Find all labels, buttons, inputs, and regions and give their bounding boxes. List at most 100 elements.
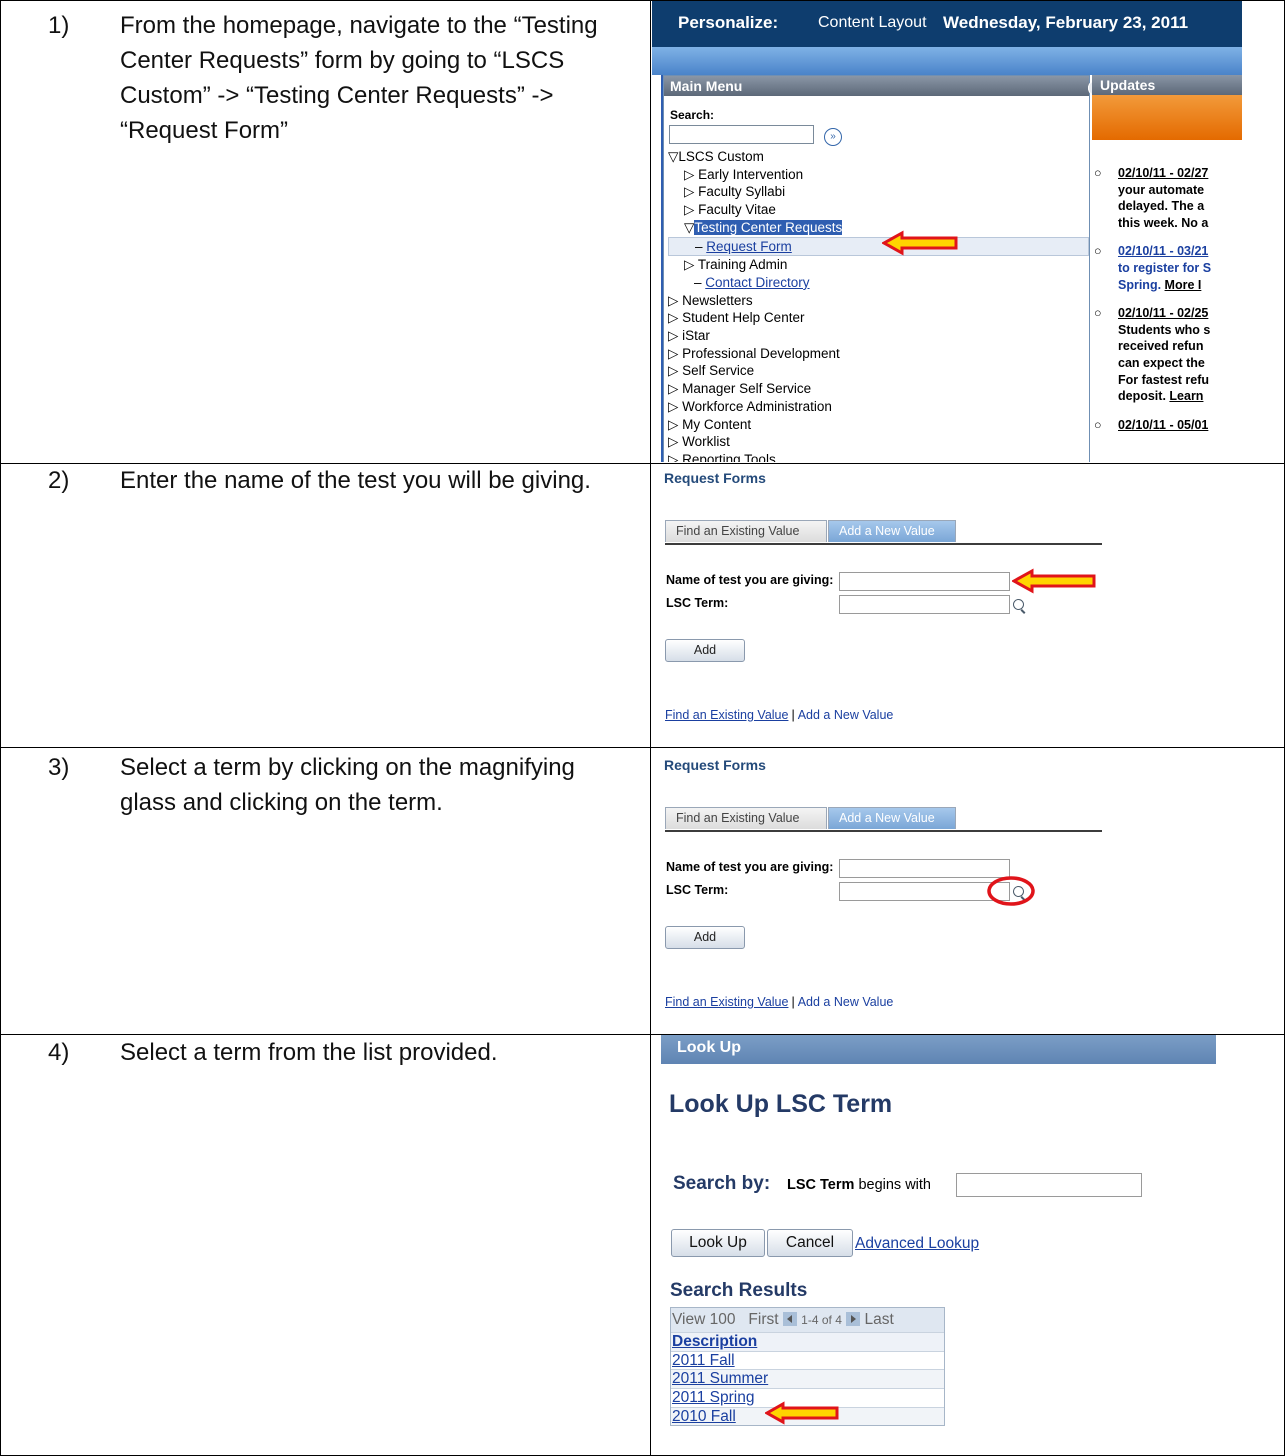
lsc-term-input[interactable] — [839, 882, 1010, 901]
update-line: For fastest refu — [1118, 372, 1209, 387]
menu-item-faculty-syllabi[interactable]: ▷ Faculty Syllabi — [668, 183, 1089, 201]
page-title: Request Forms — [664, 470, 766, 486]
tab-find-existing-value[interactable]: Find an Existing Value — [665, 520, 827, 542]
bottom-links: Find an Existing Value | Add a New Value — [665, 995, 894, 1009]
update-line: to register for S — [1118, 260, 1212, 275]
updates-title: Updates — [1100, 77, 1156, 93]
first-link[interactable]: First — [748, 1311, 778, 1328]
lookup-screenshot: Look Up Look Up LSC Term Search by: LSC … — [661, 1035, 1221, 1453]
lookup-header-title: Look Up — [677, 1039, 741, 1056]
menu-item-self-service[interactable]: ▷ Self Service — [668, 362, 1089, 380]
step-1: 1) From the homepage, navigate to the “T… — [48, 8, 626, 148]
step-3: 3) Select a term by clicking on the magn… — [48, 750, 626, 820]
name-of-test-label: Name of test you are giving: — [666, 860, 834, 874]
menu-search-input[interactable] — [669, 125, 814, 144]
tab-add-new-value[interactable]: Add a New Value — [828, 520, 956, 542]
update-item: 02/10/11 - 03/21 to register for S Sprin… — [1094, 243, 1211, 293]
advanced-lookup-link[interactable]: Advanced Lookup — [855, 1235, 979, 1253]
update-date-link[interactable]: 02/10/11 - 02/25 — [1118, 305, 1211, 322]
double-chevron-right-icon[interactable]: » — [824, 128, 842, 146]
menu-item-newsletters[interactable]: ▷ Newsletters — [668, 292, 1089, 310]
updates-header: Updates — [1092, 75, 1242, 95]
page-title: Request Forms — [664, 757, 766, 773]
table-border-left — [0, 0, 1, 1456]
step-text: Select a term from the list provided. — [120, 1039, 498, 1066]
menu-item-label: Contact Directory — [705, 274, 810, 290]
content-layout-link[interactable]: Content Layout — [818, 14, 927, 32]
request-forms-screenshot-2: Request Forms Find an Existing Value Add… — [662, 753, 1102, 1015]
menu-item-istar[interactable]: ▷ iStar — [668, 327, 1089, 345]
menu-item-training-admin[interactable]: ▷ Training Admin — [668, 256, 1089, 274]
menu-item-worklist[interactable]: ▷ Worklist — [668, 433, 1089, 451]
step-number: 1) — [48, 12, 70, 39]
step-number: 3) — [48, 754, 70, 781]
update-line: can expect the — [1118, 355, 1205, 370]
result-row[interactable]: 2011 Fall — [671, 1350, 944, 1370]
table-column-divider — [650, 0, 651, 1456]
add-button[interactable]: Add — [665, 926, 745, 949]
instruction-table: 1) From the homepage, navigate to the “T… — [0, 0, 1285, 1456]
add-new-value-link[interactable]: Add a New Value — [798, 708, 894, 722]
tab-underline — [665, 830, 1102, 832]
menu-item-my-content[interactable]: ▷ My Content — [668, 416, 1089, 434]
portal-screenshot: Personalize: Content Layout Wednesday, F… — [652, 1, 1242, 462]
personalize-label[interactable]: Personalize: — [678, 13, 778, 33]
left-arrow-icon — [882, 230, 958, 256]
add-button[interactable]: Add — [665, 639, 745, 662]
name-of-test-input[interactable] — [839, 572, 1010, 591]
menu-item-reporting-tools[interactable]: ▷ Reporting Tools — [668, 451, 1089, 462]
next-icon[interactable] — [846, 1311, 861, 1326]
portal-header: Personalize: Content Layout Wednesday, F… — [652, 1, 1242, 47]
update-item: 02/10/11 - 02/25 Students who s received… — [1094, 305, 1211, 405]
tab-add-new-value[interactable]: Add a New Value — [828, 807, 956, 829]
find-existing-value-link[interactable]: Find an Existing Value — [665, 708, 788, 722]
result-row[interactable]: 2011 Summer — [671, 1369, 944, 1389]
updates-list: 02/10/11 - 02/27 your automate delayed. … — [1094, 165, 1211, 445]
previous-icon[interactable] — [782, 1311, 797, 1326]
menu-item-testing-center-requests[interactable]: ▽Testing Center Requests — [668, 219, 1089, 237]
look-up-button[interactable]: Look Up — [671, 1229, 765, 1257]
lookup-search-input[interactable] — [956, 1173, 1142, 1197]
request-forms-screenshot-1: Request Forms Find an Existing Value Add… — [662, 466, 1102, 728]
update-line: received refun — [1118, 339, 1204, 354]
menu-item-contact-directory[interactable]: – Contact Directory — [668, 274, 1089, 292]
cancel-button[interactable]: Cancel — [767, 1229, 853, 1257]
menu-tree: ▽LSCS Custom ▷ Early Intervention ▷ Facu… — [668, 148, 1089, 462]
add-new-value-link[interactable]: Add a New Value — [798, 995, 894, 1009]
menu-item-request-form[interactable]: – Request Form — [668, 236, 1089, 257]
tab-find-existing-value[interactable]: Find an Existing Value — [665, 807, 827, 829]
search-criteria: LSC Term begins with — [787, 1177, 931, 1193]
update-date-link[interactable]: 02/10/11 - 05/01 — [1118, 417, 1211, 434]
menu-item-label: Request Form — [706, 238, 792, 254]
update-date-link[interactable]: 02/10/11 - 03/21 — [1118, 243, 1211, 260]
table-row-divider — [0, 747, 1285, 748]
menu-item-early-intervention[interactable]: ▷ Early Intervention — [668, 166, 1089, 184]
search-operator: begins with — [858, 1177, 931, 1193]
step-text: Select a term by clicking on the magnify… — [120, 754, 575, 816]
step-4: 4) Select a term from the list provided. — [48, 1035, 626, 1070]
menu-item-manager-self-service[interactable]: ▷ Manager Self Service — [668, 380, 1089, 398]
name-of-test-input[interactable] — [839, 859, 1010, 878]
left-arrow-icon — [1012, 568, 1096, 594]
lsc-term-label: LSC Term: — [666, 883, 729, 897]
view-100-link[interactable]: View 100 — [672, 1311, 735, 1328]
find-existing-value-link[interactable]: Find an Existing Value — [665, 995, 788, 1009]
red-circle-highlight — [987, 876, 1035, 906]
more-info-link[interactable]: More I — [1165, 278, 1202, 292]
menu-item-student-help-center[interactable]: ▷ Student Help Center — [668, 309, 1089, 327]
lsc-term-input[interactable] — [839, 595, 1010, 614]
learn-more-link[interactable]: Learn — [1169, 389, 1203, 403]
column-header-description[interactable]: Description — [671, 1332, 944, 1351]
step-text: From the homepage, navigate to the “Test… — [120, 12, 598, 144]
menu-item-workforce-administration[interactable]: ▷ Workforce Administration — [668, 398, 1089, 416]
menu-item-lscs-custom[interactable]: ▽LSCS Custom — [668, 148, 1089, 166]
update-date-link[interactable]: 02/10/11 - 02/27 — [1118, 165, 1211, 182]
lsc-term-label: LSC Term: — [666, 596, 729, 610]
last-link[interactable]: Last — [865, 1311, 894, 1328]
magnifying-glass-icon[interactable] — [1013, 599, 1024, 610]
menu-item-professional-development[interactable]: ▷ Professional Development — [668, 345, 1089, 363]
step-text: Enter the name of the test you will be g… — [120, 467, 591, 494]
menu-search-label: Search: — [670, 108, 715, 122]
menu-item-faculty-vitae[interactable]: ▷ Faculty Vitae — [668, 201, 1089, 219]
step-number: 4) — [48, 1039, 70, 1066]
